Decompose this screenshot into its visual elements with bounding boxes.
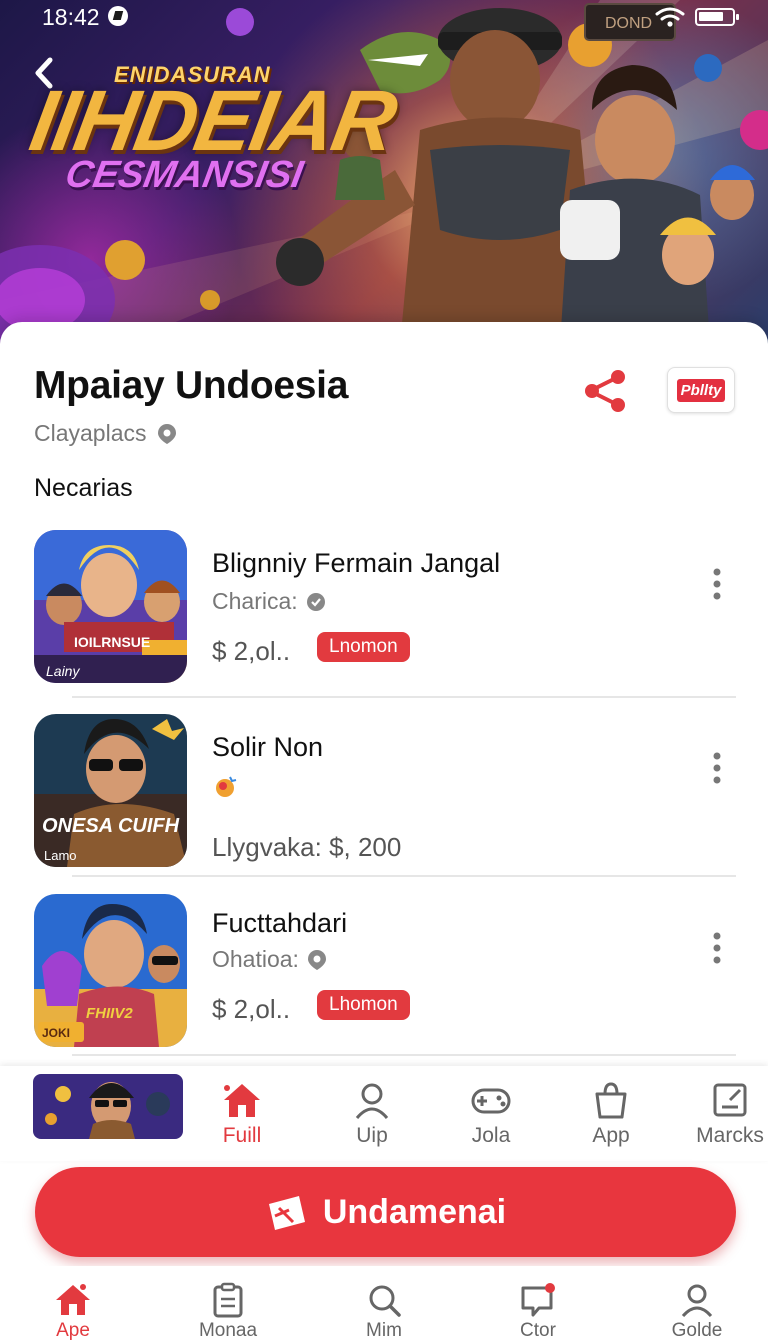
page-title: Mpaiay Undoesia [34,364,349,407]
notification-icon [108,6,128,26]
subtitle-text: Clayaplacs [34,420,147,446]
nav-item-user[interactable]: Uip [322,1080,422,1148]
item-title: Fucttahdari [212,908,348,938]
section-title: Necarias [34,474,133,502]
bag-icon [595,1082,627,1119]
divider [72,875,736,877]
nav-label: Marcks [696,1124,764,1147]
hero-banner: DOND 18:42 ENIDASURAN IIHDEIAR CESMANSIS… [0,0,768,345]
item-price: Llygvaka: $, 200 [212,832,402,862]
gamepad-icon [471,1088,511,1114]
item-subtitle: Charica: [212,588,326,615]
thumb-label: JOKI [42,1026,70,1040]
wifi-icon [655,7,685,27]
bottom-nav-label: Monaa [198,1320,258,1341]
nav-item-app[interactable]: App [561,1080,661,1148]
share-icon[interactable] [582,368,630,414]
more-options-icon[interactable] [706,750,728,790]
item-tag: Lnomon [317,632,410,662]
item-price: $ 2,ol.. [212,994,291,1024]
item-thumbnail: ONESA CUIFH Lamo [34,714,187,867]
thumb-label: Lainy [46,663,80,679]
brand-badge[interactable]: Pbllty [667,367,735,413]
mini-player-thumbnail[interactable] [33,1074,183,1139]
thumb-banner: IOILRNSUE [74,634,150,650]
bottom-nav-label: Mim [366,1320,402,1341]
nav-label: Jola [471,1124,511,1147]
primary-cta-button[interactable]: Undamenai [35,1167,736,1257]
bottom-navigation: Ape Monaa Mim Ctor Golde [0,1266,768,1344]
status-bar: 18:42 [0,0,768,36]
status-time: 18:42 [42,4,100,30]
chat-icon [521,1283,555,1317]
list-item[interactable]: ONESA CUIFH Lamo Solir Non Llygvaka: $, … [0,712,768,882]
nav-label: Fuill [222,1124,262,1147]
nav-item-home[interactable]: Fuill [192,1080,292,1148]
hero-logo-line3: CESMANSISI [62,154,307,196]
home-icon [224,1084,260,1117]
list-item[interactable]: IOILRNSUE Lainy Blignniy Fermain Jangal … [0,528,768,698]
clipboard-icon [213,1282,243,1318]
bottom-nav-profile[interactable]: Golde [642,1282,752,1342]
item-title: Solir Non [212,732,324,762]
profile-icon [681,1284,713,1318]
more-options-icon[interactable] [706,566,728,606]
more-options-icon[interactable] [706,930,728,970]
nav-label: App [592,1124,630,1147]
bottom-nav-label: Ctor [520,1320,556,1341]
nav-label: Uip [356,1124,388,1147]
nav-item-games[interactable]: Jola [441,1080,541,1148]
bottom-nav-home[interactable]: Ape [18,1282,128,1342]
nav-item-marks[interactable]: Marcks [680,1080,768,1148]
bottom-nav-label: Ape [56,1320,90,1341]
location-pin-icon [306,592,325,611]
ticket-icon [268,1196,305,1230]
location-pin-icon [157,423,176,444]
bottom-nav-label: Golde [671,1320,723,1341]
item-title: Blignniy Fermain Jangal [212,548,501,578]
hero-logo: ENIDASURAN IIHDEIAR CESMANSISI [24,58,402,228]
search-icon [369,1285,401,1317]
item-tag: Lhomon [317,990,410,1020]
page-subtitle: Clayaplacs [34,420,177,447]
divider [72,1054,736,1056]
bottom-nav-chat[interactable]: Ctor [483,1282,593,1342]
mid-navigation: Fuill Uip Jola App Marcks [0,1066,768,1161]
item-subtitle: Ohatioa: [212,946,327,973]
cta-label: Undamenai [322,1192,507,1231]
list-item[interactable]: FHIIV2 JOKI Fucttahdari Ohatioa: $ 2,ol.… [0,892,768,1062]
bottom-nav-orders[interactable]: Monaa [173,1282,283,1342]
hero-logo-line2: IIHDEIAR [23,73,402,169]
brand-badge-label: Pbllty [676,378,726,402]
thumb-banner: FHIIV2 [86,1005,133,1022]
item-thumbnail: IOILRNSUE Lainy [34,530,187,683]
thumb-banner: ONESA CUIFH [42,815,180,837]
home-icon [56,1284,90,1315]
divider [72,696,736,698]
item-subtitle-text: Charica: [212,588,298,614]
thumb-label: Lamo [44,848,77,863]
item-price: $ 2,ol.. [212,636,291,666]
user-icon [355,1083,389,1119]
bottom-nav-search[interactable]: Mim [329,1282,439,1342]
item-subtitle-text: Ohatioa: [212,946,299,972]
location-pin-icon [307,949,326,970]
edit-icon [713,1083,747,1117]
battery-icon [695,8,739,26]
party-emoji-icon [216,776,237,797]
item-thumbnail: FHIIV2 JOKI [34,894,187,1047]
